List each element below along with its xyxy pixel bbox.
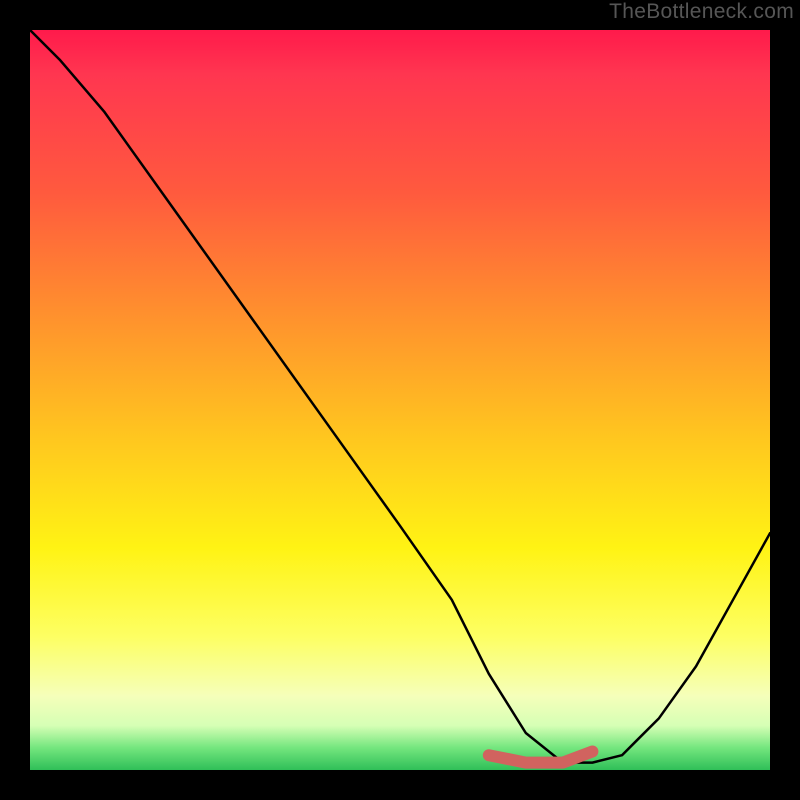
bottleneck-curve-line [30, 30, 770, 763]
curve-svg [30, 30, 770, 770]
frame-right [770, 0, 800, 800]
optimal-highlight-line [489, 752, 593, 763]
frame-bottom [0, 770, 800, 800]
chart-container: TheBottleneck.com [0, 0, 800, 800]
plot-area [30, 30, 770, 770]
frame-left [0, 0, 30, 800]
watermark-text: TheBottleneck.com [609, 0, 794, 24]
